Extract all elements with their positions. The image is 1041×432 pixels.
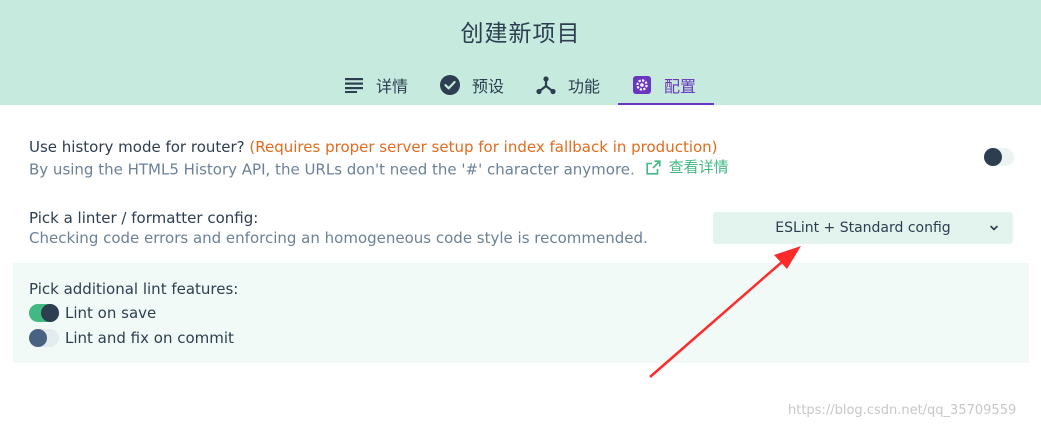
header: 创建新项目 详情 预设 功能 配置	[0, 0, 1041, 105]
lint-on-save-toggle[interactable]	[29, 304, 59, 322]
lint-features-label: Pick additional lint features:	[29, 280, 239, 298]
linter-description: Checking code errors and enforcing an ho…	[29, 229, 648, 247]
history-mode-label: Use history mode for router?	[29, 138, 245, 156]
more-info-link[interactable]: 查看详情	[645, 157, 729, 177]
history-mode-description-line: By using the HTML5 History API, the URLs…	[29, 157, 729, 180]
fork-icon	[536, 75, 556, 95]
history-mode-toggle[interactable]	[984, 148, 1014, 166]
linter-select[interactable]: ESLint + Standard config	[713, 212, 1013, 244]
tab-presets[interactable]: 预设	[426, 64, 522, 105]
toggle-knob	[29, 329, 47, 347]
tab-presets-label: 预设	[472, 76, 505, 96]
tab-bar: 详情 预设 功能 配置	[330, 64, 715, 105]
linter-select-value: ESLint + Standard config	[775, 220, 951, 236]
gear-icon	[632, 75, 652, 95]
tab-config[interactable]: 配置	[618, 64, 715, 105]
history-mode-description: By using the HTML5 History API, the URLs…	[29, 160, 635, 179]
lint-on-save-option[interactable]: Lint on save	[29, 304, 156, 322]
lint-on-commit-label: Lint and fix on commit	[65, 329, 234, 347]
tab-details[interactable]: 详情	[330, 64, 426, 105]
toggle-knob	[41, 304, 59, 322]
tab-features[interactable]: 功能	[522, 64, 618, 105]
tab-features-label: 功能	[568, 76, 601, 96]
lint-on-commit-toggle[interactable]	[29, 329, 59, 347]
watermark: https://blog.csdn.net/qq_35709559	[788, 403, 1017, 418]
check-circle-icon	[440, 74, 461, 95]
history-mode-warning: (Requires proper server setup for index …	[249, 138, 718, 156]
tab-config-label: 配置	[664, 76, 697, 96]
create-project-page: 创建新项目 详情 预设 功能 配置 Use history mode for r…	[0, 0, 1041, 432]
history-mode-label-line: Use history mode for router? (Requires p…	[29, 137, 729, 157]
lint-on-save-label: Lint on save	[65, 304, 157, 322]
lint-features-panel: Pick additional lint features: Lint on s…	[13, 263, 1029, 363]
external-link-icon	[645, 159, 661, 175]
more-info-label: 查看详情	[668, 158, 729, 176]
toggle-knob	[984, 148, 1002, 166]
list-icon	[344, 75, 364, 95]
history-mode-row: Use history mode for router? (Requires p…	[29, 137, 729, 180]
linter-row: Pick a linter / formatter config: Checki…	[29, 208, 648, 248]
linter-label: Pick a linter / formatter config:	[29, 209, 259, 227]
lint-on-commit-option[interactable]: Lint and fix on commit	[29, 329, 234, 347]
tab-details-label: 详情	[376, 76, 409, 96]
chevron-down-icon	[987, 221, 1001, 235]
page-title: 创建新项目	[460, 21, 581, 47]
